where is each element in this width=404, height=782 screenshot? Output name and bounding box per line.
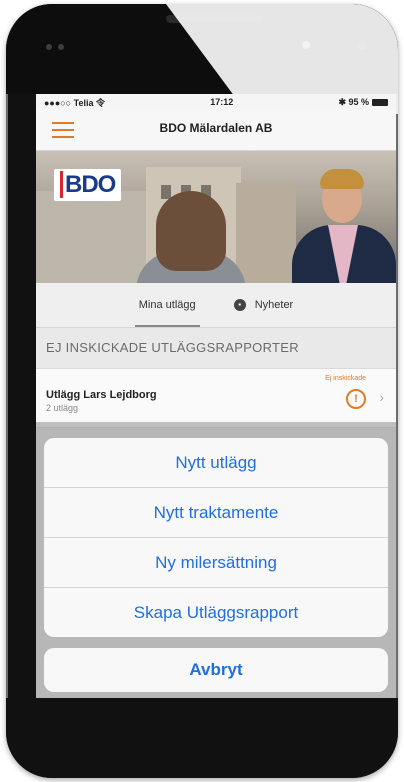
section-header: EJ INSKICKADE UTLÄGGSRAPPORTER [36, 328, 396, 369]
chevron-right-icon: › [379, 389, 384, 405]
phone-frame: ●●●○○ Telia 令 17:12 ✱ 95 % BDO Mälardale… [6, 4, 398, 778]
new-allowance-button[interactable]: Nytt traktamente [44, 488, 388, 538]
hero-person-man [286, 169, 396, 283]
battery-indicator: ✱ 95 % [338, 97, 388, 108]
app-screen: ●●●○○ Telia 令 17:12 ✱ 95 % BDO Mälardale… [36, 94, 396, 698]
phone-bottom-bezel [6, 698, 398, 778]
carrier-label: ●●●○○ Telia 令 [44, 97, 106, 108]
new-expense-button[interactable]: Nytt utlägg [44, 438, 388, 488]
tab-label: Nyheter [254, 298, 294, 311]
bdo-logo: BDO [54, 169, 122, 201]
hero-person-woman [136, 191, 256, 283]
cancel-sheet: Avbryt [44, 648, 388, 692]
news-icon: ▪ [233, 299, 246, 312]
page-title: BDO Mälardalen AB [159, 121, 273, 135]
status-bar: ●●●○○ Telia 令 17:12 ✱ 95 % [36, 94, 396, 110]
tab-label: Mina utlägg [138, 299, 196, 311]
clock-label: 17:12 [210, 97, 234, 107]
tab-mina-utlagg[interactable]: Mina utlägg [134, 295, 200, 327]
warning-icon: ! [346, 389, 366, 409]
report-title: Utlägg Lars Lejdborg [46, 389, 157, 401]
navigation-bar: BDO Mälardalen AB [36, 110, 396, 151]
hero-image: BDO [36, 151, 396, 283]
segment-control: Mina utlägg ▪ Nyheter [36, 283, 396, 328]
tab-nyheter[interactable]: ▪ Nyheter [230, 295, 298, 315]
create-report-button[interactable]: Skapa Utläggsrapport [44, 588, 388, 637]
cancel-button[interactable]: Avbryt [44, 648, 388, 692]
battery-icon [372, 98, 388, 106]
status-badge: Ej inskickade [325, 375, 366, 382]
report-subtitle: 2 utlägg [46, 403, 79, 413]
action-sheet: Nytt utlägg Nytt traktamente Ny milersät… [44, 438, 388, 637]
new-mileage-button[interactable]: Ny milersättning [44, 538, 388, 588]
sensor-dots [46, 44, 64, 50]
list-item[interactable]: Ej inskickade Utlägg Lars Lejdborg 2 utl… [36, 369, 396, 428]
